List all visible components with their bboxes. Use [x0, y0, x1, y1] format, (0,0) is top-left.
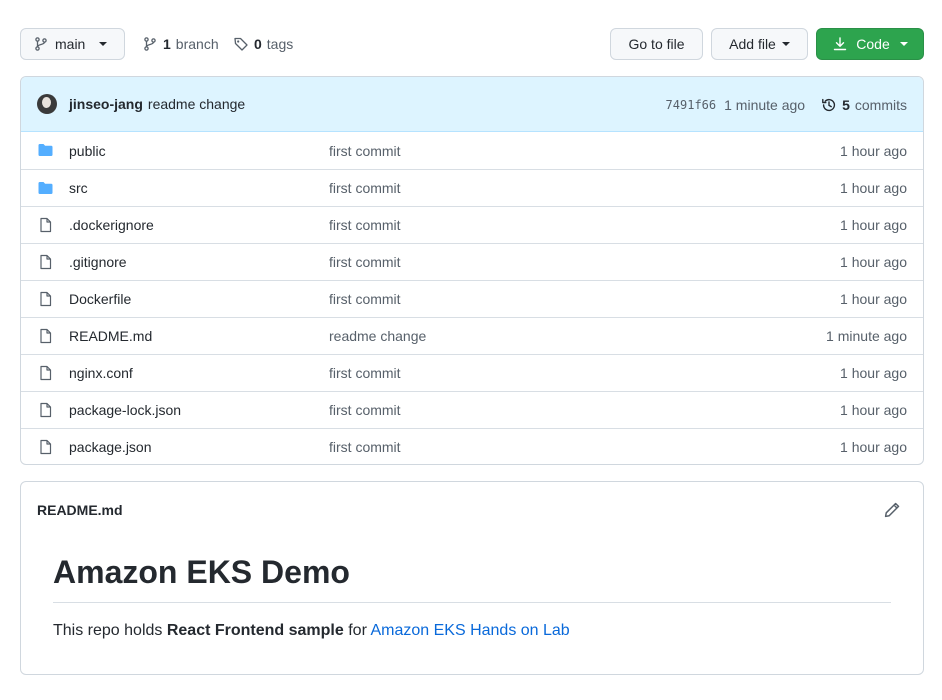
file-age: 1 hour ago: [840, 180, 907, 196]
file-commit-message-link[interactable]: first commit: [329, 402, 401, 418]
branch-name: main: [55, 36, 86, 52]
commits-history-link[interactable]: 5 commits: [821, 97, 907, 113]
file-row[interactable]: README.md readme change 1 minute ago: [21, 317, 923, 354]
readme-paragraph: This repo holds React Frontend sample fo…: [53, 622, 891, 640]
file-age: 1 hour ago: [840, 217, 907, 233]
file-commit-message-link[interactable]: first commit: [329, 365, 401, 381]
code-button[interactable]: Code: [816, 28, 924, 60]
folder-icon: [38, 144, 53, 156]
file-name-link[interactable]: public: [69, 143, 106, 159]
readme-panel: README.md Amazon EKS Demo This repo hold…: [20, 481, 924, 675]
tag-count: 0: [254, 36, 262, 52]
readme-lab-link[interactable]: Amazon EKS Hands on Lab: [370, 622, 569, 639]
file-age: 1 hour ago: [840, 402, 907, 418]
commit-time: 1 minute ago: [724, 96, 806, 113]
file-row[interactable]: package-lock.json first commit 1 hour ago: [21, 391, 923, 428]
file-commit-message-link[interactable]: readme change: [329, 328, 426, 344]
commit-count-word: commits: [854, 96, 907, 113]
pencil-icon[interactable]: [883, 501, 901, 519]
go-to-file-button[interactable]: Go to file: [610, 28, 703, 60]
file-list: public first commit 1 hour ago src first com…: [21, 132, 923, 464]
file-browser: jinseo-jang readme change 7491f66 1 minu…: [20, 76, 924, 465]
branch-select-button[interactable]: main: [20, 28, 125, 60]
tag-icon: [234, 37, 248, 51]
file-icon: [40, 291, 52, 307]
commit-sha-link[interactable]: 7491f66: [666, 98, 717, 112]
branch-word: branch: [175, 36, 219, 52]
readme-content: Amazon EKS Demo This repo holds React Fr…: [21, 537, 923, 640]
latest-commit-bar: jinseo-jang readme change 7491f66 1 minu…: [21, 77, 923, 132]
commit-message-link[interactable]: readme change: [148, 96, 245, 112]
file-row[interactable]: nginx.conf first commit 1 hour ago: [21, 354, 923, 391]
file-age: 1 minute ago: [826, 328, 907, 344]
file-icon: [40, 402, 52, 418]
file-icon: [40, 439, 52, 455]
chevron-down-icon: [899, 42, 908, 46]
git-branch-icon: [35, 37, 47, 51]
file-name-link[interactable]: nginx.conf: [69, 365, 133, 381]
file-icon: [40, 328, 52, 344]
file-row[interactable]: .gitignore first commit 1 hour ago: [21, 243, 923, 280]
repo-toolbar: main 1 branch 0 tags Go to file Add file…: [20, 28, 924, 60]
file-commit-message-link[interactable]: first commit: [329, 217, 401, 233]
file-commit-message-link[interactable]: first commit: [329, 254, 401, 270]
file-name-link[interactable]: package.json: [69, 439, 152, 455]
file-name-link[interactable]: .gitignore: [69, 254, 127, 270]
readme-text-mid: for: [343, 622, 371, 639]
file-name-link[interactable]: src: [69, 180, 88, 196]
file-name-link[interactable]: .dockerignore: [69, 217, 154, 233]
branch-count: 1: [163, 36, 171, 52]
add-file-label: Add file: [729, 36, 776, 52]
file-icon: [40, 254, 52, 270]
file-commit-message-link[interactable]: first commit: [329, 143, 401, 159]
file-icon: [40, 217, 52, 233]
file-name-link[interactable]: Dockerfile: [69, 291, 131, 307]
git-branch-icon: [144, 37, 156, 51]
add-file-button[interactable]: Add file: [711, 28, 808, 60]
readme-filename: README.md: [37, 501, 123, 518]
file-age: 1 hour ago: [840, 365, 907, 381]
readme-header: README.md: [21, 482, 923, 537]
readme-title: Amazon EKS Demo: [53, 537, 891, 603]
file-row[interactable]: package.json first commit 1 hour ago: [21, 428, 923, 464]
chevron-down-icon: [99, 42, 108, 46]
file-row[interactable]: public first commit 1 hour ago: [21, 132, 923, 169]
file-row[interactable]: Dockerfile first commit 1 hour ago: [21, 280, 923, 317]
code-label: Code: [856, 36, 890, 52]
file-age: 1 hour ago: [840, 254, 907, 270]
commit-author-link[interactable]: jinseo-jang: [69, 96, 143, 112]
file-commit-message-link[interactable]: first commit: [329, 180, 401, 196]
file-row[interactable]: .dockerignore first commit 1 hour ago: [21, 206, 923, 243]
chevron-down-icon: [781, 42, 790, 46]
file-row[interactable]: src first commit 1 hour ago: [21, 169, 923, 206]
file-commit-message-link[interactable]: first commit: [329, 291, 401, 307]
history-icon: [822, 98, 836, 111]
tags-link[interactable]: 0 tags: [233, 28, 293, 60]
file-age: 1 hour ago: [840, 142, 907, 159]
readme-text-bold: React Frontend sample: [166, 622, 344, 639]
commit-count: 5: [842, 96, 850, 113]
file-name-link[interactable]: package-lock.json: [69, 402, 181, 418]
readme-text-before: This repo holds: [53, 622, 167, 639]
tag-word: tags: [266, 36, 294, 52]
file-age: 1 hour ago: [840, 439, 907, 455]
download-icon: [834, 37, 847, 51]
branches-link[interactable]: 1 branch: [142, 28, 219, 60]
folder-icon: [38, 182, 53, 194]
avatar[interactable]: [37, 94, 57, 114]
file-age: 1 hour ago: [840, 291, 907, 307]
commit-details: 7491f66 1 minute ago 5 commits: [666, 77, 907, 132]
file-name-link[interactable]: README.md: [69, 328, 152, 344]
file-icon: [40, 365, 52, 381]
file-commit-message-link[interactable]: first commit: [329, 439, 401, 455]
